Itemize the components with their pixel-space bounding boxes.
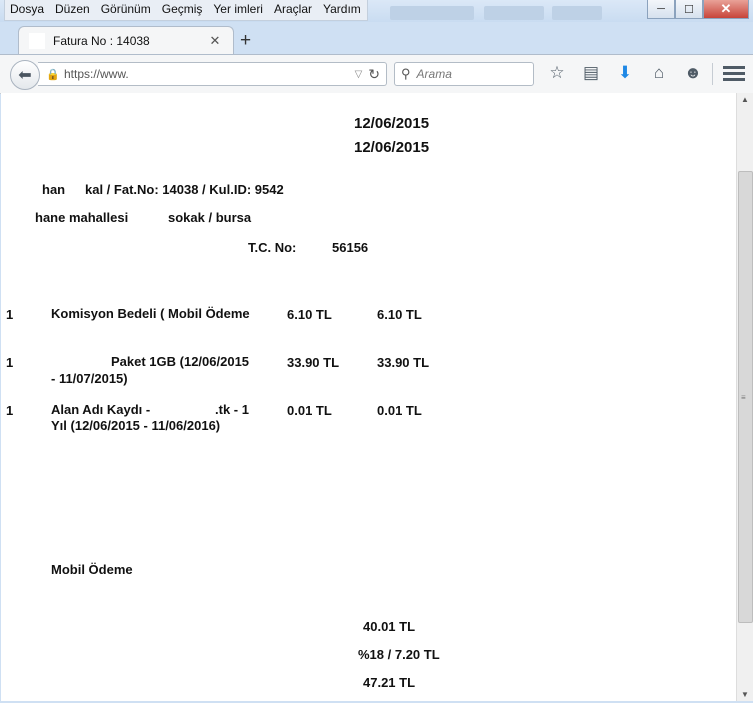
item-description-line2: - 11/07/2015)	[51, 371, 128, 386]
blurred-taskbar-item	[484, 6, 544, 20]
tc-label: T.C. No:	[248, 240, 297, 255]
customer-name: han	[42, 182, 66, 197]
invoice-date-2: 12/06/2015	[354, 139, 430, 156]
item-unit-price: 6.10 TL	[287, 307, 332, 322]
url-text[interactable]: https://www.	[64, 67, 355, 81]
blurred-taskbar-item	[552, 6, 602, 20]
tab-strip: Fatura No : 14038 ✕ +	[0, 22, 753, 55]
item-description: Komisyon Bedeli ( Mobil Ödeme	[51, 306, 250, 321]
reading-list-icon[interactable]: ▤	[574, 61, 608, 85]
vat-amount: %18 / 7.20 TL	[358, 647, 440, 662]
vertical-scrollbar[interactable]: ▲ ≡ ▼	[736, 93, 753, 701]
menu-araclar[interactable]: Araçlar	[269, 0, 318, 20]
toolbar-icons: ☆ ▤ ⬇ ⌂ ☻	[540, 61, 710, 85]
item-description-line2: Yıl (12/06/2015 - 11/06/2016)	[51, 418, 221, 433]
tab-fatura[interactable]: Fatura No : 14038 ✕	[18, 26, 234, 55]
item-qty: 1	[6, 307, 14, 322]
maximize-button[interactable]: ☐	[675, 0, 703, 19]
search-box[interactable]: ⚲ Arama	[394, 62, 534, 86]
bookmark-star-icon[interactable]: ☆	[540, 61, 574, 85]
toolbar-divider	[712, 63, 713, 85]
item-description: Paket 1GB (12/06/2015	[111, 354, 250, 369]
item-total: 33.90 TL	[377, 355, 430, 370]
item-unit-price: 33.90 TL	[287, 355, 340, 370]
scroll-grip-icon: ≡	[741, 393, 746, 402]
home-icon[interactable]: ⌂	[642, 61, 676, 85]
window-controls: ─ ☐ ✕	[647, 0, 749, 19]
menu-yer-imleri[interactable]: Yer imleri	[208, 0, 269, 20]
item-total: 0.01 TL	[377, 403, 422, 418]
back-button[interactable]: ⬅	[10, 60, 40, 90]
item-qty: 1	[6, 355, 14, 370]
menu-bar: Dosya Düzen Görünüm Geçmiş Yer imleri Ar…	[4, 0, 368, 21]
item-total: 6.10 TL	[377, 307, 422, 322]
chat-icon[interactable]: ☻	[676, 61, 710, 85]
invoice-date: 12/06/2015	[354, 115, 430, 132]
menu-duzen[interactable]: Düzen	[50, 0, 96, 20]
item-unit-price: 0.01 TL	[287, 403, 332, 418]
blurred-taskbar-item	[390, 6, 474, 20]
hamburger-menu-icon[interactable]	[723, 63, 745, 84]
favicon-icon	[29, 33, 45, 49]
invoice-number-line: kal / Fat.No: 14038 / Kul.ID: 9542	[85, 182, 284, 197]
search-icon: ⚲	[401, 66, 411, 81]
address-street-city: sokak / bursa	[168, 210, 252, 225]
grand-total: 47.21 TL	[363, 675, 416, 690]
tc-value: 56156	[332, 240, 369, 255]
item-description: Alan Adı Kaydı -	[51, 402, 151, 417]
reload-icon[interactable]: ↻	[368, 66, 380, 83]
tab-close-icon[interactable]: ✕	[207, 33, 223, 49]
download-icon[interactable]: ⬇	[608, 61, 642, 85]
minimize-button[interactable]: ─	[647, 0, 675, 19]
menu-dosya[interactable]: Dosya	[5, 0, 50, 20]
new-tab-button[interactable]: +	[240, 30, 251, 52]
item-description-domain: .tk - 1	[215, 402, 249, 417]
back-arrow-icon: ⬅	[18, 67, 32, 84]
tab-title: Fatura No : 14038	[53, 34, 150, 48]
menu-gecmis[interactable]: Geçmiş	[157, 0, 209, 20]
navigation-bar: 🔒 https://www. ▽ ↻ ⬅ ⚲ Arama ☆ ▤ ⬇ ⌂ ☻	[0, 54, 753, 94]
history-dropdown-icon[interactable]: ▽	[355, 69, 363, 80]
item-qty: 1	[6, 403, 14, 418]
scroll-down-icon[interactable]: ▼	[741, 690, 749, 699]
address-neighborhood: hane mahallesi	[35, 210, 129, 225]
payment-method: Mobil Ödeme	[51, 562, 133, 577]
lock-icon: 🔒	[46, 68, 60, 81]
subtotal: 40.01 TL	[363, 619, 416, 634]
menu-gorunum[interactable]: Görünüm	[96, 0, 157, 20]
close-window-button[interactable]: ✕	[703, 0, 749, 19]
menu-yardim[interactable]: Yardım	[318, 0, 367, 20]
address-bar[interactable]: 🔒 https://www. ▽ ↻	[38, 62, 387, 86]
search-placeholder: Arama	[416, 67, 452, 81]
scroll-up-icon[interactable]: ▲	[741, 95, 749, 104]
page-content: 12/06/2015 12/06/2015 han kal / Fat.No: …	[1, 93, 736, 701]
